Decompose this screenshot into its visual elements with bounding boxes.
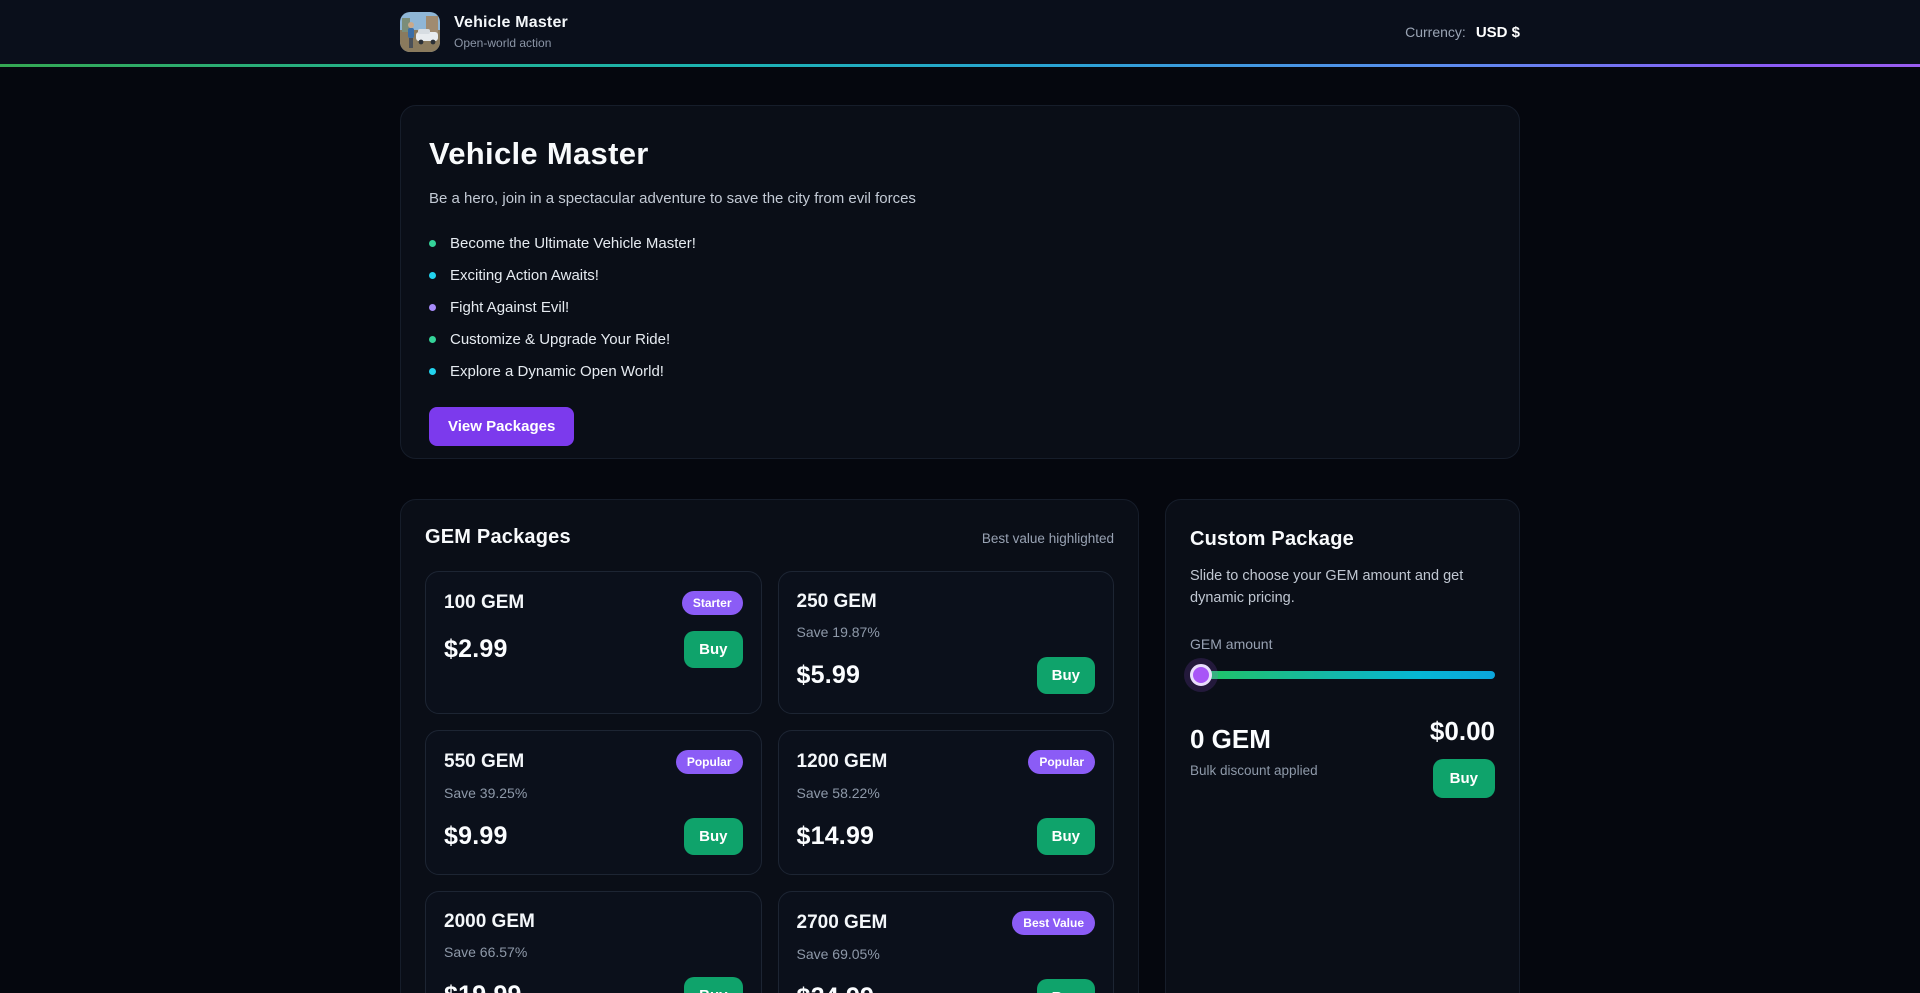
package-card-footer: $14.99 Buy (797, 818, 1096, 855)
package-card-header: 1200 GEM Popular (797, 750, 1096, 774)
package-card: 100 GEM Starter $2.99 Buy (425, 571, 762, 714)
feature-list: Become the Ultimate Vehicle Master! Excit… (429, 227, 1491, 387)
package-card-header: 550 GEM Popular (444, 750, 743, 774)
bullet-dot-icon (429, 336, 436, 343)
slider-thumb[interactable] (1190, 664, 1212, 686)
package-name: 250 GEM (797, 591, 877, 613)
feature-item: Fight Against Evil! (429, 291, 1491, 323)
currency-value: USD $ (1476, 24, 1520, 41)
gem-amount-value: 0 GEM (1190, 724, 1318, 755)
package-card-header: 2000 GEM (444, 911, 743, 933)
slider-track[interactable] (1190, 671, 1495, 679)
package-price: $2.99 (444, 635, 508, 664)
custom-buy-button[interactable]: Buy (1433, 759, 1495, 798)
package-price: $5.99 (797, 661, 861, 690)
feature-label: Fight Against Evil! (450, 299, 569, 316)
gem-packages-panel: GEM Packages Best value highlighted 100 … (400, 499, 1139, 993)
package-card-footer: $9.99 Buy (444, 818, 743, 855)
feature-label: Customize & Upgrade Your Ride! (450, 331, 670, 348)
package-card-header: 2700 GEM Best Value (797, 911, 1096, 935)
currency-label: Currency: (1405, 24, 1466, 40)
package-badge: Popular (1028, 750, 1095, 774)
custom-description: Slide to choose your GEM amount and get … (1190, 565, 1495, 610)
header-gradient-divider (0, 64, 1920, 67)
feature-item: Explore a Dynamic Open World! (429, 355, 1491, 387)
bulk-discount-note: Bulk discount applied (1190, 763, 1318, 778)
brand: Vehicle Master Open-world action (400, 12, 568, 52)
packages-hint: Best value highlighted (982, 531, 1114, 546)
package-card: 2700 GEM Best Value Save 69.05% $24.99 Buy (778, 891, 1115, 993)
app-subtitle: Open-world action (454, 36, 568, 50)
package-price: $19.99 (444, 981, 522, 993)
custom-result-left: 0 GEM Bulk discount applied (1190, 716, 1318, 798)
hero-description: Be a hero, join in a spectacular adventu… (429, 190, 1491, 207)
bullet-dot-icon (429, 304, 436, 311)
packages-title: GEM Packages (425, 526, 571, 549)
package-card: 550 GEM Popular Save 39.25% $9.99 Buy (425, 730, 762, 875)
package-name: 550 GEM (444, 751, 524, 773)
package-save-label: Save 69.05% (797, 946, 1096, 963)
package-card: 1200 GEM Popular Save 58.22% $14.99 Buy (778, 730, 1115, 875)
package-card: 2000 GEM Save 66.57% $19.99 Buy (425, 891, 762, 993)
package-buy-button[interactable]: Buy (1037, 979, 1095, 993)
feature-item: Customize & Upgrade Your Ride! (429, 323, 1491, 355)
feature-item: Exciting Action Awaits! (429, 259, 1491, 291)
hero-title: Vehicle Master (429, 136, 1491, 172)
slider-label: GEM amount (1190, 636, 1495, 652)
custom-title: Custom Package (1190, 528, 1495, 551)
view-packages-button[interactable]: View Packages (429, 407, 574, 446)
package-name: 2000 GEM (444, 911, 535, 933)
package-name: 100 GEM (444, 592, 524, 614)
bullet-dot-icon (429, 272, 436, 279)
feature-item: Become the Ultimate Vehicle Master! (429, 227, 1491, 259)
package-save-label: Save 58.22% (797, 785, 1096, 802)
package-buy-button[interactable]: Buy (684, 818, 742, 855)
bullet-dot-icon (429, 240, 436, 247)
package-card-footer: $5.99 Buy (797, 657, 1096, 694)
package-card-footer: $19.99 Buy (444, 977, 743, 993)
package-badge: Popular (676, 750, 743, 774)
topbar: Vehicle Master Open-world action Currenc… (0, 0, 1920, 64)
package-card: 250 GEM Save 19.87% $5.99 Buy (778, 571, 1115, 714)
bullet-dot-icon (429, 368, 436, 375)
feature-label: Exciting Action Awaits! (450, 267, 599, 284)
package-price: $9.99 (444, 822, 508, 851)
package-buy-button[interactable]: Buy (684, 631, 742, 668)
package-save-label: Save 19.87% (797, 624, 1096, 641)
package-badge: Starter (682, 591, 743, 615)
feature-label: Explore a Dynamic Open World! (450, 363, 664, 380)
feature-label: Become the Ultimate Vehicle Master! (450, 235, 696, 252)
custom-package-panel: Custom Package Slide to choose your GEM … (1165, 499, 1520, 993)
package-card-header: 100 GEM Starter (444, 591, 743, 615)
app-logo-icon (400, 12, 440, 52)
package-badge: Best Value (1012, 911, 1095, 935)
package-name: 1200 GEM (797, 751, 888, 773)
custom-result-right: $0.00 Buy (1430, 716, 1495, 798)
package-save-label: Save 66.57% (444, 944, 743, 961)
package-card-header: 250 GEM (797, 591, 1096, 613)
gem-amount-slider[interactable] (1190, 664, 1495, 686)
app-title: Vehicle Master (454, 14, 568, 32)
currency-selector[interactable]: Currency: USD $ (1405, 24, 1520, 41)
hero-card: Vehicle Master Be a hero, join in a spec… (400, 105, 1520, 459)
package-price: $14.99 (797, 822, 875, 851)
package-buy-button[interactable]: Buy (1037, 818, 1095, 855)
package-card-footer: $2.99 Buy (444, 631, 743, 668)
package-card-footer: $24.99 Buy (797, 979, 1096, 993)
package-save-label: Save 39.25% (444, 785, 743, 802)
package-buy-button[interactable]: Buy (684, 977, 742, 993)
package-buy-button[interactable]: Buy (1037, 657, 1095, 694)
package-price: $24.99 (797, 983, 875, 993)
custom-price: $0.00 (1430, 716, 1495, 747)
package-name: 2700 GEM (797, 912, 888, 934)
package-grid: 100 GEM Starter $2.99 Buy 250 GEM Save 19.87%… (425, 571, 1114, 993)
